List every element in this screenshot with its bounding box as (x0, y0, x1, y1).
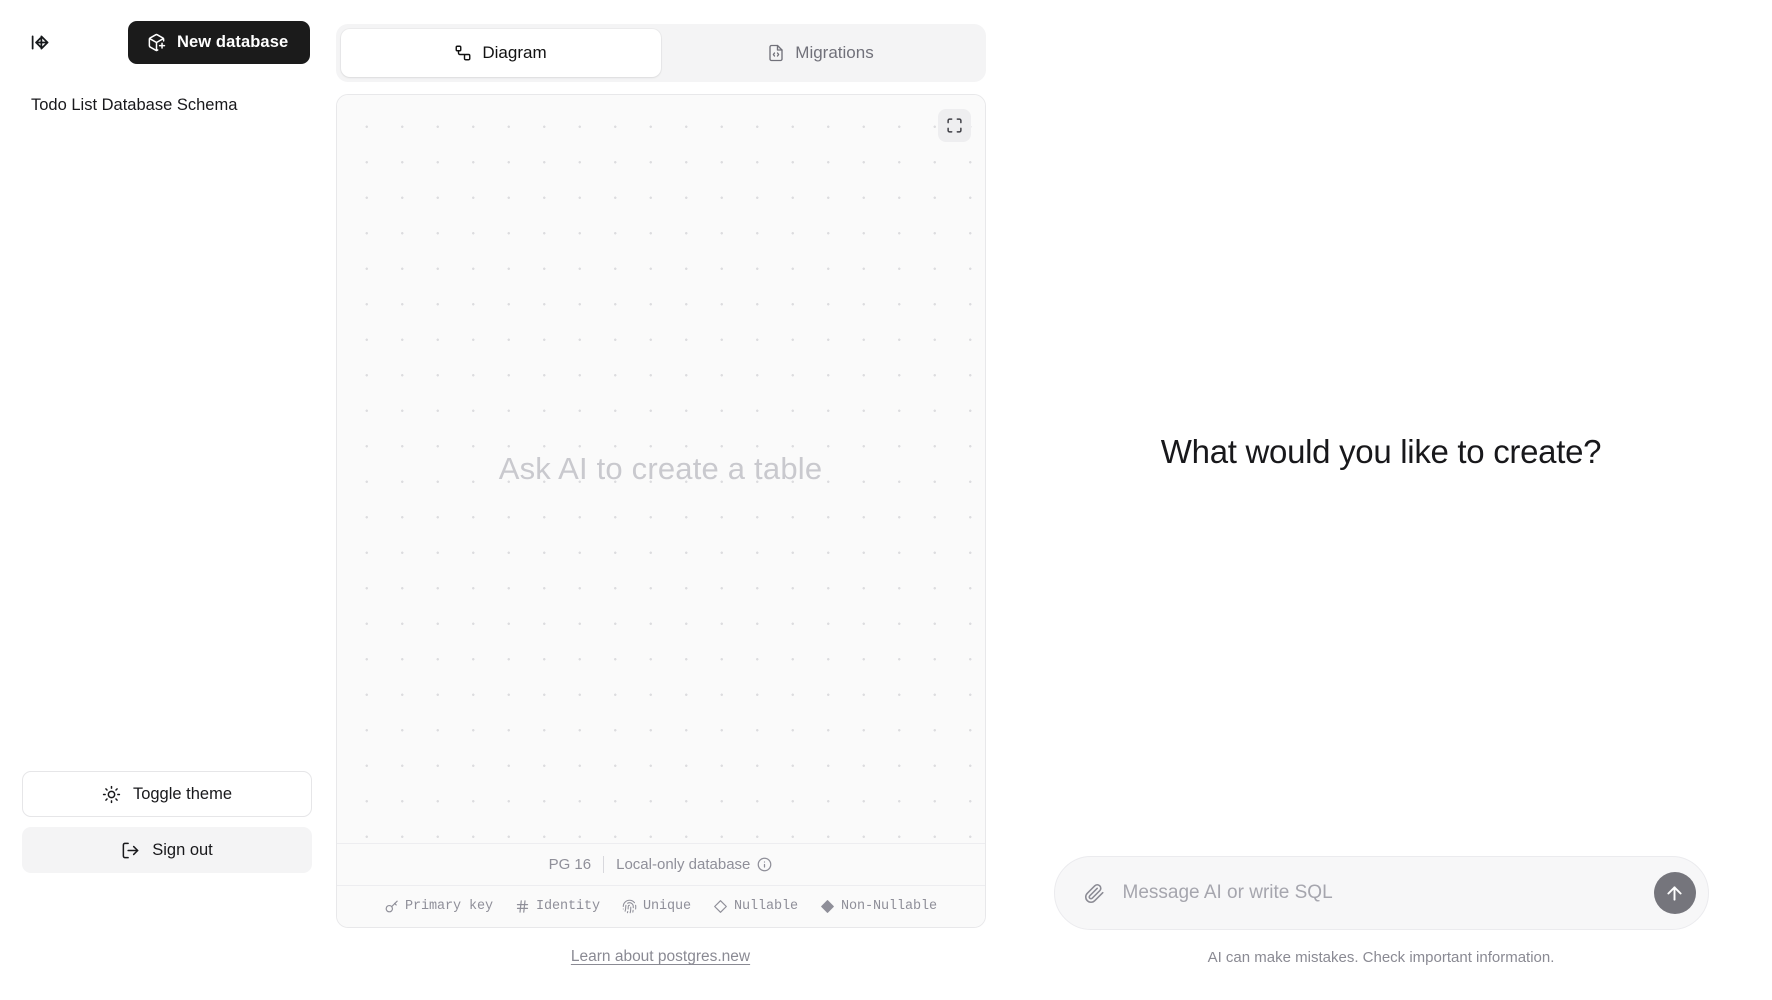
file-code-icon (767, 44, 785, 62)
hash-icon (515, 899, 530, 914)
ai-disclaimer: AI can make mistakes. Check important in… (1207, 949, 1555, 966)
new-database-label: New database (177, 32, 289, 51)
legend-label-unique: Unique (642, 899, 691, 914)
panel-tabs: Diagram Migrations (335, 24, 986, 82)
legend-item-unique: Unique (622, 899, 691, 914)
database-item-label: Todo List Database Schema (31, 96, 238, 114)
fingerprint-icon (622, 899, 637, 914)
fullscreen-button[interactable] (937, 109, 971, 142)
chat-composer[interactable] (1053, 856, 1709, 930)
tab-diagram[interactable]: Diagram (340, 29, 661, 77)
message-input[interactable] (1122, 882, 1640, 904)
legend-label-non-nullable: Non-Nullable (841, 899, 938, 914)
tab-migrations[interactable]: Migrations (661, 29, 981, 77)
status-divider (603, 856, 605, 873)
diagram-panel: Diagram Migrations Ask AI to create a ta… (335, 0, 990, 1000)
local-only-database-status[interactable]: Local-only database (616, 856, 772, 873)
pg-version-label: PG 16 (548, 856, 592, 873)
maximize-icon (946, 117, 963, 134)
diagram-canvas[interactable]: Ask AI to create a table (336, 95, 985, 843)
canvas-placeholder-text: Ask AI to create a table (498, 451, 823, 486)
local-only-label: Local-only database (616, 856, 751, 873)
sidebar: New database Todo List Database Schema T… (0, 0, 335, 1000)
learn-about-postgres-new-link[interactable]: Learn about postgres.new (571, 948, 750, 966)
collapse-sidebar-button[interactable] (22, 24, 58, 60)
legend-item-primary-key: Primary key (384, 899, 493, 914)
toggle-theme-button[interactable]: Toggle theme (22, 771, 312, 817)
sign-out-button[interactable]: Sign out (22, 827, 312, 873)
legend-label-primary-key: Primary key (404, 899, 493, 914)
attach-file-button[interactable] (1081, 879, 1109, 907)
diagram-legend: Primary key Identity Unique Nullable Non… (336, 885, 985, 927)
diamond-outline-icon (713, 899, 728, 914)
legend-item-non-nullable: Non-Nullable (820, 899, 937, 914)
tab-migrations-label: Migrations (795, 43, 874, 62)
package-plus-icon (147, 33, 166, 52)
diagram-canvas-container: Ask AI to create a table PG 16 Local-onl… (335, 94, 986, 928)
legend-item-nullable: Nullable (713, 899, 798, 914)
toggle-theme-label: Toggle theme (132, 784, 233, 803)
sun-icon (102, 785, 121, 804)
sidebar-footer: Toggle theme Sign out (22, 771, 313, 978)
arrow-left-to-line-icon (30, 32, 51, 53)
database-status-bar: PG 16 Local-only database (336, 843, 985, 885)
workflow-icon (454, 44, 472, 62)
legend-label-nullable: Nullable (734, 899, 799, 914)
chat-panel: What would you like to create? Message A… (990, 0, 1772, 1000)
key-icon (384, 899, 399, 914)
log-out-icon (121, 841, 140, 860)
chat-heading: What would you like to create? (1160, 433, 1602, 470)
sidebar-header: New database (22, 18, 313, 66)
diamond-filled-icon (820, 899, 835, 914)
database-list-item-todo-list-database-schema[interactable]: Todo List Database Schema (22, 88, 313, 123)
arrow-up-icon (1664, 883, 1685, 904)
sign-out-label: Sign out (152, 840, 213, 859)
legend-label-identity: Identity (535, 899, 600, 914)
app-root: New database Todo List Database Schema T… (0, 0, 1772, 1000)
legend-item-identity: Identity (515, 899, 600, 914)
info-circle-icon[interactable] (757, 857, 772, 872)
send-message-button[interactable] (1653, 872, 1696, 914)
chat-composer-area: AI can make mistakes. Check important in… (990, 856, 1772, 966)
tab-diagram-label: Diagram (482, 43, 547, 62)
paperclip-icon (1084, 883, 1105, 904)
new-database-button[interactable]: New database (128, 20, 311, 64)
